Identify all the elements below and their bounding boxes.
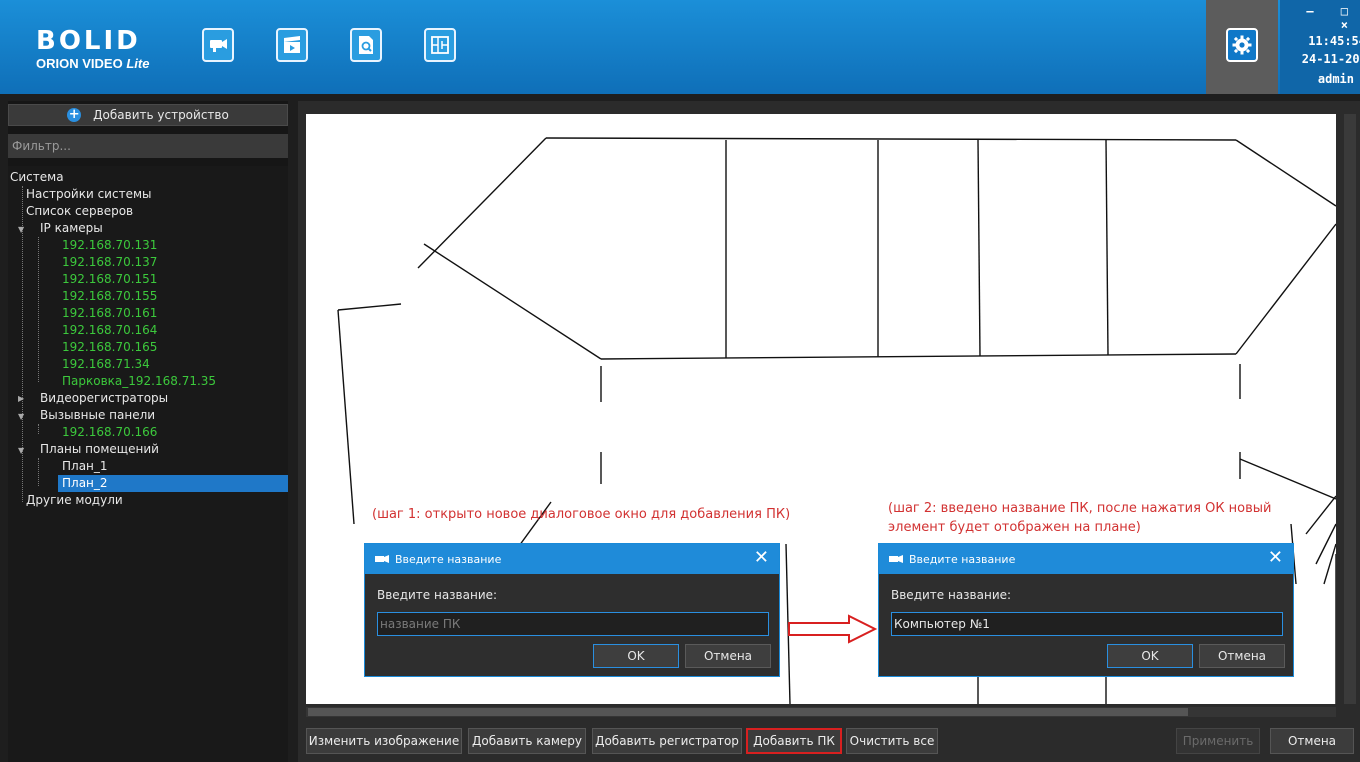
horizontal-scrollbar[interactable] [306, 707, 1336, 717]
filter-input[interactable]: Фильтр... [8, 134, 288, 158]
name-dialog-empty: Введите название ✕ Введите название: наз… [364, 543, 780, 677]
tree-group-registrators[interactable]: Видеорегистраторы [40, 390, 168, 407]
current-user: admin [1317, 72, 1354, 86]
ok-button[interactable]: OK [593, 644, 679, 668]
plus-icon: + [67, 107, 82, 122]
ok-button[interactable]: OK [1107, 644, 1193, 668]
camera-icon [375, 555, 389, 563]
camera-icon [889, 555, 903, 563]
tree-item-camera[interactable]: 192.168.70.161 [62, 305, 157, 322]
tree-item-camera[interactable]: 192.168.70.131 [62, 237, 157, 254]
add-device-button[interactable]: + Добавить устройство [8, 104, 288, 126]
tree-item-call-panel[interactable]: 192.168.70.166 [62, 424, 157, 441]
device-tree: Система Настройки системы Список серверо… [8, 166, 288, 762]
expand-arrow-icon[interactable]: ▶ [18, 394, 24, 403]
scroll-thumb[interactable] [308, 708, 1188, 716]
floor-plan-icon[interactable] [424, 28, 456, 62]
tree-root-system[interactable]: Система [10, 169, 64, 186]
document-search-icon[interactable] [350, 28, 382, 62]
clock-date: 24-11-2021 [1301, 52, 1360, 66]
dialog-title: Введите название [909, 552, 1016, 566]
dialog-label: Введите название: [891, 588, 1012, 602]
tree-item-plan-selected[interactable]: План_2 [58, 475, 288, 492]
gear-icon[interactable] [1226, 28, 1258, 62]
add-registrator-button[interactable]: Добавить регистратор [592, 728, 742, 754]
cancel-button[interactable]: Отмена [1270, 728, 1354, 754]
tree-item-server-list[interactable]: Список серверов [26, 203, 133, 220]
step2-annotation-line1: (шаг 2: введено название ПК, после нажат… [888, 501, 1272, 516]
clapperboard-icon[interactable] [276, 28, 308, 62]
collapse-arrow-icon[interactable]: ▼ [18, 225, 24, 234]
tree-item-camera[interactable]: 192.168.70.151 [62, 271, 157, 288]
dialog-title: Введите название [395, 552, 502, 566]
dialog-titlebar: Введите название ✕ [365, 544, 779, 574]
clock-time: 11:45:54 [1308, 34, 1360, 48]
pc-name-input[interactable]: Компьютер №1 [891, 612, 1283, 636]
cancel-button[interactable]: Отмена [685, 644, 771, 668]
logo-product-text: ORION VIDEO Lite [36, 56, 150, 71]
tree-item-camera[interactable]: 192.168.70.137 [62, 254, 157, 271]
pc-name-input[interactable]: название ПК [377, 612, 769, 636]
close-icon[interactable]: ✕ [754, 548, 769, 568]
add-pc-button[interactable]: Добавить ПК [746, 728, 842, 754]
clock-panel: – □ × 11:45:54 24-11-2021 admin [1280, 0, 1360, 94]
tree-item-camera[interactable]: 192.168.70.164 [62, 322, 157, 339]
bolid-logo: BOLID ORION VIDEO Lite [36, 28, 154, 72]
vertical-scrollbar[interactable] [1344, 114, 1356, 704]
cancel-button[interactable]: Отмена [1199, 644, 1285, 668]
tree-group-call-panels[interactable]: Вызывные панели [40, 407, 155, 424]
settings-panel [1206, 0, 1278, 94]
apply-button[interactable]: Применить [1176, 728, 1260, 754]
dialog-label: Введите название: [377, 588, 498, 602]
camera-icon[interactable] [202, 28, 234, 62]
tree-item-camera[interactable]: 192.168.71.34 [62, 356, 150, 373]
arrow-right-icon [788, 614, 878, 644]
clear-all-button[interactable]: Очистить все [846, 728, 938, 754]
logo-bolid-text: BOLID [36, 26, 141, 56]
tree-item-camera[interactable]: 192.168.70.165 [62, 339, 157, 356]
tree-group-ip-cameras[interactable]: IP камеры [40, 220, 103, 237]
tree-item-other-modules[interactable]: Другие модули [26, 492, 123, 509]
change-image-button[interactable]: Изменить изображение [306, 728, 462, 754]
tree-item-camera[interactable]: Парковка_192.168.71.35 [62, 373, 216, 390]
add-camera-button[interactable]: Добавить камеру [468, 728, 586, 754]
name-dialog-filled: Введите название ✕ Введите название: Ком… [878, 543, 1294, 677]
tree-item-system-settings[interactable]: Настройки системы [26, 186, 151, 203]
collapse-arrow-icon[interactable]: ▼ [18, 446, 24, 455]
tree-item-plan[interactable]: План_1 [62, 458, 108, 475]
window-controls[interactable]: – □ × [1280, 4, 1358, 32]
dialog-titlebar: Введите название ✕ [879, 544, 1293, 574]
collapse-arrow-icon[interactable]: ▼ [18, 412, 24, 421]
close-icon[interactable]: ✕ [1268, 548, 1283, 568]
app-header: BOLID ORION VIDEO Lite – □ × 11:45:54 24… [0, 0, 1360, 94]
add-device-label: Добавить устройство [93, 108, 229, 122]
step1-annotation: (шаг 1: открыто новое диалоговое окно дл… [372, 507, 791, 522]
tree-group-room-plans[interactable]: Планы помещений [40, 441, 159, 458]
step2-annotation-line2: элемент будет отображен на плане) [888, 520, 1141, 535]
tree-item-camera[interactable]: 192.168.70.155 [62, 288, 157, 305]
